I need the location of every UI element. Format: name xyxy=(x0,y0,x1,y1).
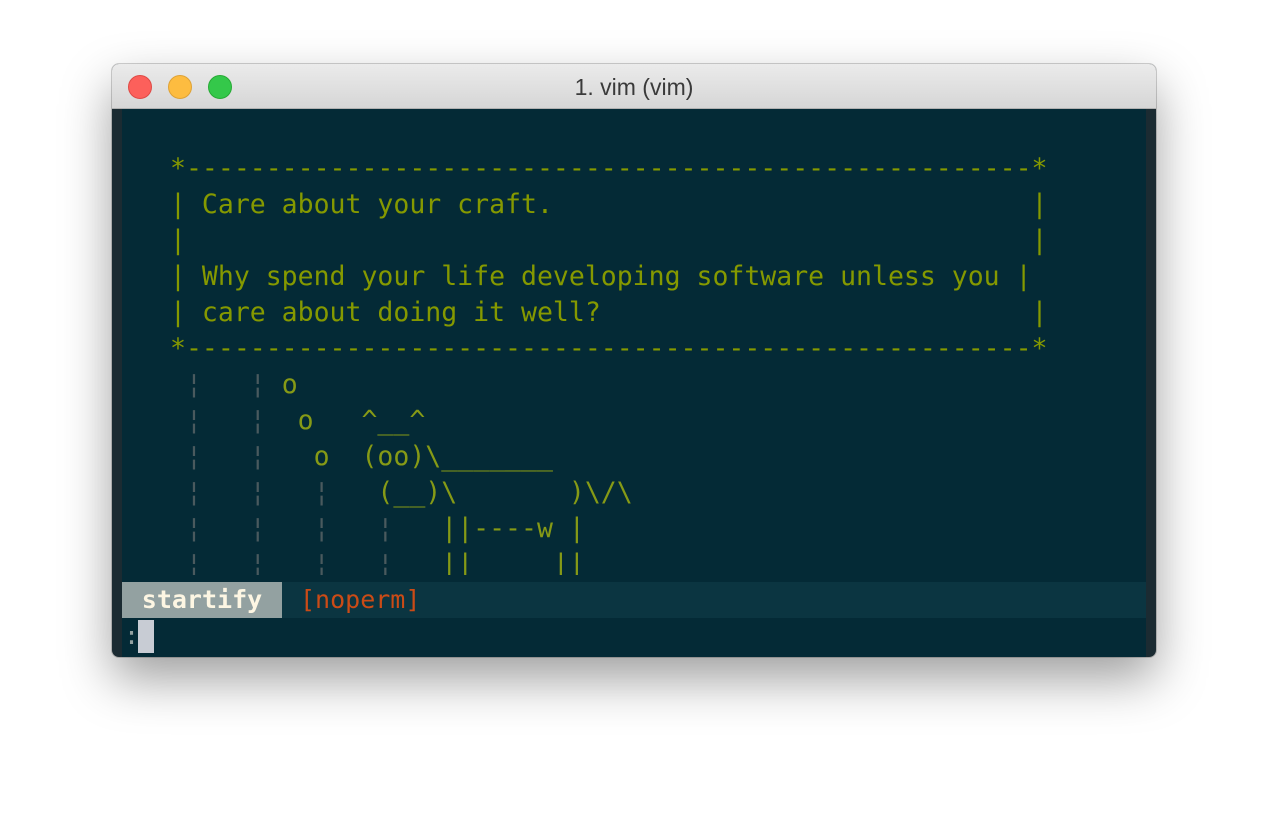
fortune-line: | | xyxy=(170,225,1048,256)
cow-art-text: o ^__^ xyxy=(297,405,426,436)
statusline-mode: startify xyxy=(122,582,282,618)
cow-art-row: ¦ ¦ ¦ ¦ ||----w | xyxy=(170,511,585,547)
fortune-line: | care about doing it well? | xyxy=(170,297,1048,328)
cow-art-text: o (oo)\_______ xyxy=(313,441,553,472)
statusline: startify [noperm] xyxy=(122,582,1146,618)
cow-art-text: ||----w | xyxy=(441,513,585,544)
cow-art-text: || || xyxy=(441,549,585,575)
cow-art-text: (__)\ )\/\ xyxy=(377,477,633,508)
terminal-window: 1. vim (vim) *--------------------------… xyxy=(112,64,1156,657)
cow-art-row: ¦ ¦ ¦ ¦ || || xyxy=(170,547,585,575)
fortune-line: | Why spend your life developing softwar… xyxy=(170,261,1032,292)
statusline-flag: [noperm] xyxy=(300,585,421,614)
cow-art-row: ¦ ¦ o (oo)\_______ xyxy=(170,439,553,475)
indent-guide: ¦ ¦ xyxy=(170,405,298,436)
cow-art-row: ¦ ¦ ¦ (__)\ )\/\ xyxy=(170,475,633,511)
cow-art-row: ¦ ¦ o xyxy=(170,367,298,403)
fortune-top-border: *---------------------------------------… xyxy=(170,153,1048,184)
cow-art-text: o xyxy=(281,369,298,400)
fortune-bottom-border: *---------------------------------------… xyxy=(170,333,1048,364)
indent-guide: ¦ ¦ xyxy=(170,369,282,400)
indent-guide: ¦ ¦ xyxy=(170,441,314,472)
vim-buffer[interactable]: *---------------------------------------… xyxy=(122,109,1146,657)
cow-art-row: ¦ ¦ o ^__^ xyxy=(170,403,425,439)
window-title: 1. vim (vim) xyxy=(574,74,694,100)
text-cursor xyxy=(138,620,154,653)
command-prompt: : xyxy=(124,621,140,650)
title-bar[interactable]: 1. vim (vim) xyxy=(112,64,1156,109)
fortune-line: | Care about your craft. | xyxy=(170,189,1048,220)
indent-guide: ¦ ¦ ¦ ¦ xyxy=(170,513,442,544)
indent-guide: ¦ ¦ ¦ xyxy=(170,477,378,508)
indent-guide: ¦ ¦ ¦ ¦ xyxy=(170,549,442,575)
command-line[interactable]: : xyxy=(122,618,1146,654)
